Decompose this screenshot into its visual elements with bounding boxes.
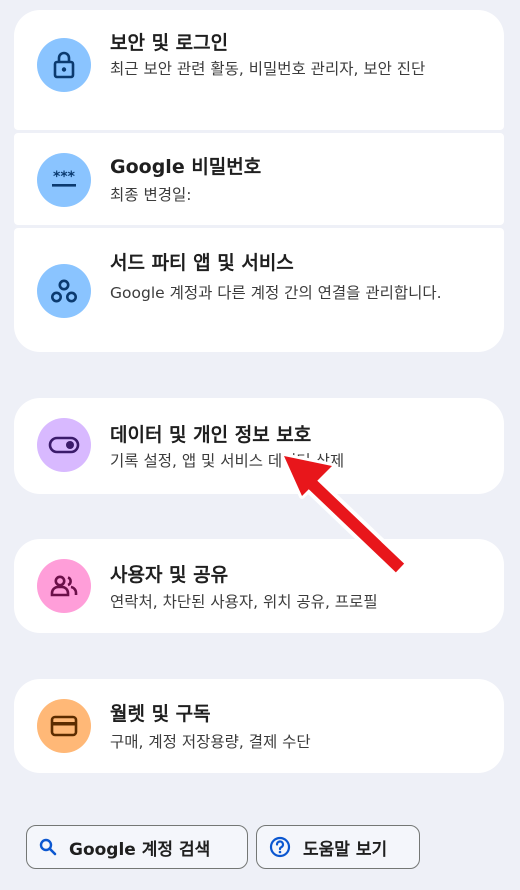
wallet-subscriptions-item[interactable]: 월렛 및 구독 구매, 계정 저장용량, 결제 수단 [14, 679, 504, 773]
help-icon [269, 836, 291, 858]
google-password-item[interactable]: *** Google 비밀번호 최종 변경일: [14, 133, 504, 225]
help-button[interactable]: 도움말 보기 [256, 825, 420, 869]
item-title: 보안 및 로그인 [110, 32, 229, 54]
security-signin-item[interactable]: 보안 및 로그인 최근 보안 관련 활동, 비밀번호 관리자, 보안 진단 [14, 10, 504, 130]
item-description: 연락처, 차단된 사용자, 위치 공유, 프로필 [110, 593, 378, 611]
svg-text:***: *** [53, 170, 76, 185]
item-description: 최종 변경일: [110, 186, 192, 204]
item-title: 월렛 및 구독 [110, 703, 211, 725]
item-title: Google 비밀번호 [110, 156, 262, 178]
wallet-icon [37, 699, 91, 753]
connected-apps-icon [37, 264, 91, 318]
data-privacy-item[interactable]: 데이터 및 개인 정보 보호 기록 설정, 앱 및 서비스 데이터 삭제 [14, 398, 504, 494]
item-description: 구매, 계정 저장용량, 결제 수단 [110, 733, 311, 751]
search-icon [39, 838, 57, 856]
item-title: 사용자 및 공유 [110, 564, 229, 586]
item-title: 서드 파티 앱 및 서비스 [110, 252, 294, 274]
toggle-icon [37, 418, 91, 472]
item-title: 데이터 및 개인 정보 보호 [110, 424, 312, 446]
lock-icon [37, 38, 91, 92]
item-description: Google 계정과 다른 계정 간의 연결을 관리합니다. [110, 284, 442, 302]
help-button-label: 도움말 보기 [303, 839, 388, 860]
third-party-apps-item[interactable]: 서드 파티 앱 및 서비스 Google 계정과 다른 계정 간의 연결을 관리… [14, 228, 504, 352]
people-icon [37, 559, 91, 613]
people-sharing-item[interactable]: 사용자 및 공유 연락처, 차단된 사용자, 위치 공유, 프로필 [14, 539, 504, 633]
search-button-label: Google 계정 검색 [69, 839, 211, 860]
item-description: 기록 설정, 앱 및 서비스 데이터 삭제 [110, 452, 345, 470]
password-icon: *** [37, 153, 91, 207]
search-account-button[interactable]: Google 계정 검색 [26, 825, 248, 869]
item-description: 최근 보안 관련 활동, 비밀번호 관리자, 보안 진단 [110, 60, 426, 78]
